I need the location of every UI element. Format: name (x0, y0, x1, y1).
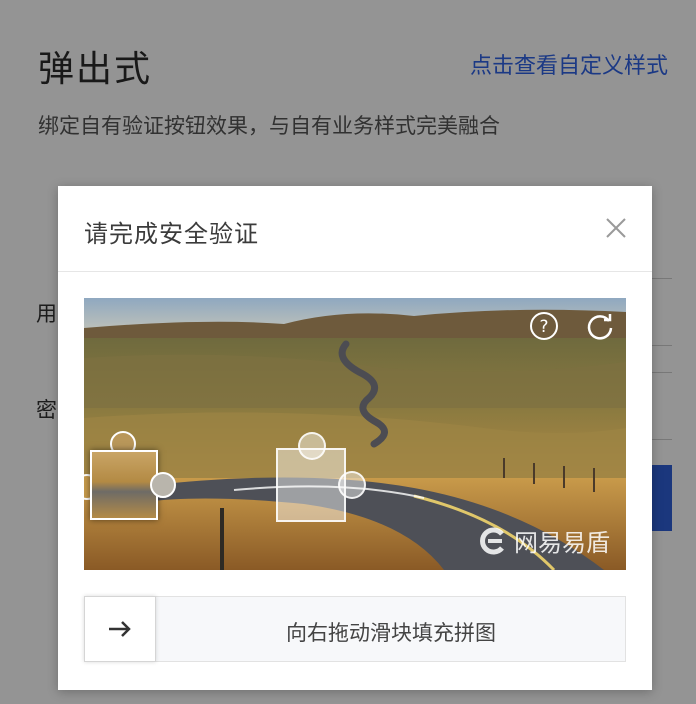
captcha-modal: 请完成安全验证 ? 网易易盾 向右拖动滑块填充拼图 (58, 186, 652, 690)
watermark-text: 网易易盾 (514, 529, 610, 557)
puzzle-image: ? 网易易盾 (84, 298, 626, 570)
slider-handle[interactable] (84, 596, 156, 662)
puzzle-piece[interactable] (90, 450, 158, 520)
puzzle-piece-knob-right (150, 472, 176, 498)
help-icon[interactable]: ? (528, 310, 560, 342)
watermark: 网易易盾 (478, 523, 610, 558)
slider-track[interactable]: 向右拖动滑块填充拼图 (84, 596, 626, 662)
slider-hint: 向右拖动滑块填充拼图 (286, 621, 496, 645)
svg-text:?: ? (539, 317, 548, 337)
modal-title: 请完成安全验证 (84, 220, 259, 248)
close-icon[interactable] (604, 216, 628, 240)
arrow-right-icon (109, 621, 131, 637)
puzzle-slot-knob-right (338, 471, 366, 499)
refresh-icon[interactable] (584, 310, 616, 342)
yidun-logo-icon (480, 527, 504, 554)
modal-header: 请完成安全验证 (58, 186, 652, 272)
puzzle-slot (276, 448, 346, 522)
